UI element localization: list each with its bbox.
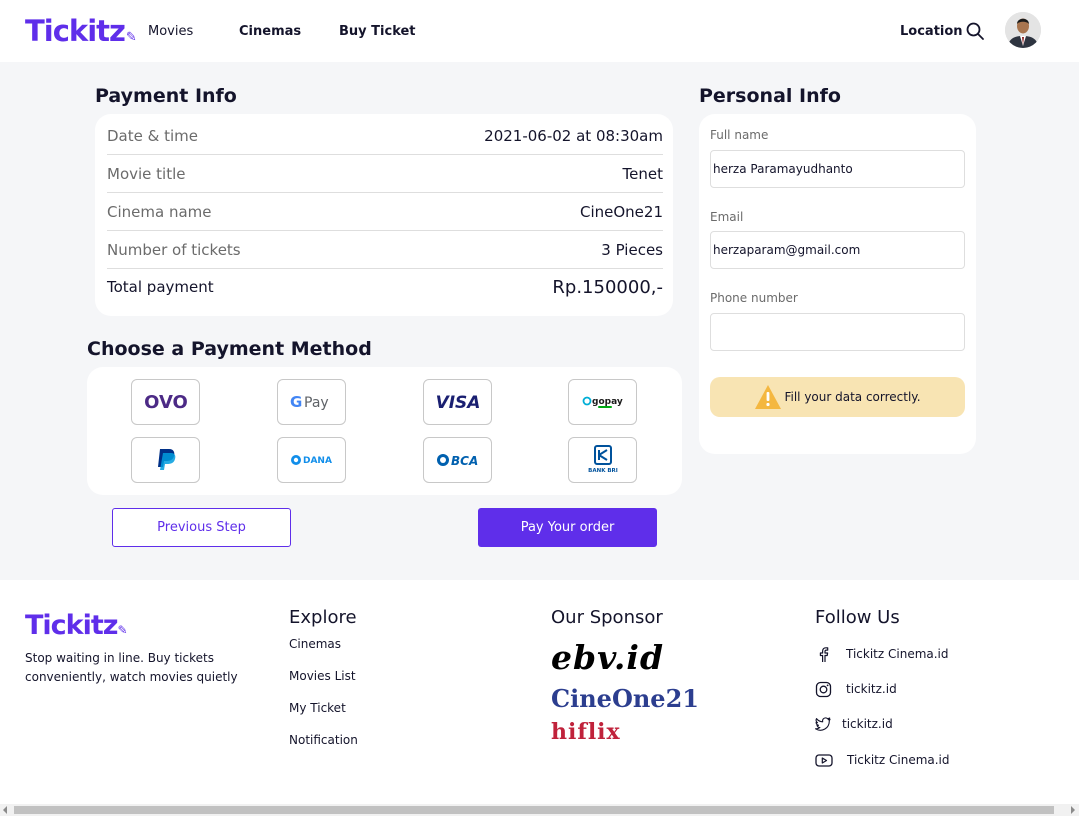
- email-label: Email: [710, 210, 744, 224]
- info-value: 2021-06-02 at 08:30am: [484, 126, 663, 145]
- payment-googlepay-button[interactable]: G Pay: [277, 379, 346, 425]
- footer: Tickitz✎ Stop waiting in line. Buy ticke…: [0, 580, 1079, 804]
- navbar: Tickitz✎ Movies Cinemas Buy Ticket Locat…: [0, 0, 1079, 62]
- follow-facebook[interactable]: Tickitz Cinema.id: [815, 644, 949, 664]
- phone-number-input[interactable]: [710, 313, 965, 351]
- google-pay-logo: G Pay: [290, 393, 329, 411]
- personal-info-card: Full name Email Phone number Fill your d…: [699, 114, 976, 454]
- pay-order-button[interactable]: Pay Your order: [478, 508, 657, 547]
- footer-link-my-ticket[interactable]: My Ticket: [289, 701, 346, 715]
- nav-link-cinemas[interactable]: Cinemas: [239, 24, 301, 39]
- follow-youtube[interactable]: Tickitz Cinema.id: [815, 750, 950, 770]
- payment-method-title: Choose a Payment Method: [87, 338, 372, 360]
- warning-text: Fill your data correctly.: [784, 390, 921, 404]
- payment-bca-button[interactable]: BCA: [423, 437, 492, 483]
- warning-icon: [755, 385, 782, 409]
- svg-text:DANA: DANA: [303, 456, 332, 466]
- scrollbar-thumb[interactable]: [14, 806, 1054, 814]
- info-label: Date & time: [107, 126, 198, 145]
- payment-ovo-button[interactable]: OVO: [131, 379, 200, 425]
- sponsor-cineone21-logo[interactable]: CineOne21: [551, 684, 699, 713]
- info-label: Total payment: [107, 278, 214, 296]
- info-value: Tenet: [622, 164, 663, 183]
- payment-paypal-button[interactable]: [131, 437, 200, 483]
- footer-link-notification[interactable]: Notification: [289, 733, 358, 747]
- total-payment-value: Rp.150000,-: [552, 276, 663, 298]
- footer-link-cinemas[interactable]: Cinemas: [289, 637, 341, 651]
- ovo-logo: OVO: [144, 393, 188, 411]
- sponsor-title: Our Sponsor: [551, 607, 663, 628]
- footer-link-movies-list[interactable]: Movies List: [289, 669, 356, 683]
- warning-alert: Fill your data correctly.: [710, 377, 965, 417]
- twitter-icon: [815, 717, 831, 731]
- follow-twitter[interactable]: tickitz.id: [815, 714, 893, 734]
- personal-info-title: Personal Info: [699, 85, 841, 107]
- user-avatar[interactable]: [1005, 12, 1041, 48]
- svg-text:BCA: BCA: [451, 454, 478, 468]
- dana-logo: DANA: [290, 455, 332, 466]
- follow-title: Follow Us: [815, 607, 900, 628]
- nav-link-buy-ticket[interactable]: Buy Ticket: [339, 24, 416, 39]
- payment-bri-button[interactable]: BANK BRI: [568, 437, 637, 483]
- footer-description: Stop waiting in line. Buy tickets conven…: [25, 651, 238, 684]
- payment-dana-button[interactable]: DANA: [277, 437, 346, 483]
- follow-label: Tickitz Cinema.id: [846, 647, 949, 661]
- full-name-label: Full name: [710, 128, 769, 142]
- payment-info-title: Payment Info: [95, 85, 237, 107]
- info-label: Cinema name: [107, 202, 212, 221]
- nav-link-movies[interactable]: Movies: [148, 24, 193, 39]
- info-row-total: Total payment Rp.150000,-: [107, 268, 663, 306]
- sponsor-ebv-logo[interactable]: ebv.id: [551, 638, 664, 677]
- svg-text:VISA: VISA: [436, 393, 480, 411]
- visa-logo: VISA: [436, 393, 480, 411]
- paypal-logo: [157, 449, 175, 470]
- instagram-icon: [815, 681, 832, 697]
- info-row-tickets: Number of tickets 3 Pieces: [107, 231, 663, 269]
- svg-text:gopay: gopay: [592, 397, 623, 407]
- gopay-logo: gopay: [582, 396, 623, 408]
- payment-info-card: Date & time 2021-06-02 at 08:30am Movie …: [95, 114, 673, 316]
- previous-step-button[interactable]: Previous Step: [112, 508, 291, 547]
- info-value: CineOne21: [579, 202, 663, 221]
- horizontal-scrollbar[interactable]: [0, 804, 1079, 816]
- info-row-movie: Movie title Tenet: [107, 155, 663, 193]
- follow-label: tickitz.id: [842, 717, 893, 731]
- youtube-icon: [815, 753, 833, 767]
- payment-method-card: OVO G Pay VISA gopay DANA BCA BANK BRI: [87, 367, 682, 495]
- tickitz-logo[interactable]: Tickitz✎: [25, 14, 137, 48]
- info-value: 3 Pieces: [601, 240, 663, 259]
- main-content: Payment Info Date & time 2021-06-02 at 0…: [0, 62, 1079, 580]
- info-row-cinema: Cinema name CineOne21: [107, 193, 663, 231]
- payment-visa-button[interactable]: VISA: [423, 379, 492, 425]
- facebook-icon: [819, 646, 829, 662]
- follow-instagram[interactable]: tickitz.id: [815, 679, 897, 699]
- bca-logo: BCA: [436, 454, 478, 468]
- svg-text:BANK BRI: BANK BRI: [588, 468, 618, 474]
- follow-label: Tickitz Cinema.id: [847, 753, 950, 767]
- search-icon[interactable]: [965, 21, 985, 41]
- email-input[interactable]: [710, 231, 965, 269]
- sponsor-hiflix-logo[interactable]: hiflix: [551, 719, 621, 745]
- bank-bri-logo: BANK BRI: [588, 445, 618, 474]
- scroll-left-arrow-icon[interactable]: [3, 806, 7, 814]
- info-label: Movie title: [107, 164, 186, 183]
- svg-text:G: G: [290, 393, 302, 411]
- svg-text:Pay: Pay: [304, 395, 329, 411]
- phone-number-label: Phone number: [710, 291, 798, 305]
- follow-label: tickitz.id: [846, 682, 897, 696]
- payment-gopay-button[interactable]: gopay: [568, 379, 637, 425]
- location-dropdown[interactable]: Location: [900, 24, 963, 39]
- full-name-input[interactable]: [710, 150, 965, 188]
- info-label: Number of tickets: [107, 240, 241, 259]
- scroll-right-arrow-icon[interactable]: [1071, 806, 1075, 814]
- svg-text:OVO: OVO: [144, 393, 188, 411]
- explore-title: Explore: [289, 607, 357, 628]
- footer-logo[interactable]: Tickitz✎: [25, 610, 128, 641]
- info-row-date: Date & time 2021-06-02 at 08:30am: [107, 117, 663, 155]
